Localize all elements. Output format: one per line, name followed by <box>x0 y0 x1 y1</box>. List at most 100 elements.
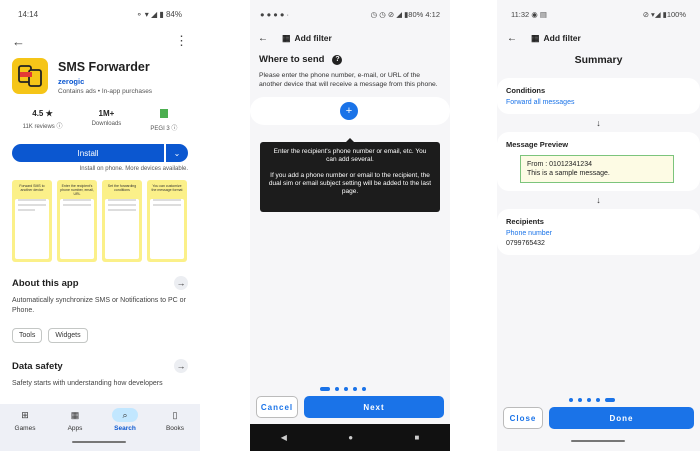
apps-icon: ▦ <box>70 409 80 420</box>
help-icon[interactable]: ? <box>332 54 343 65</box>
section-title-text: Where to send <box>259 54 325 65</box>
install-note: Install on phone. More devices available… <box>79 166 188 172</box>
page-dot-active <box>320 387 330 391</box>
developer-link[interactable]: zerogic <box>58 77 152 86</box>
top-bar: ← ⋮ <box>0 28 200 54</box>
add-filter-icon: ▦ <box>282 32 291 43</box>
downloads-value: 1M+ <box>98 109 115 118</box>
more-options-icon[interactable]: ⋮ <box>175 33 188 49</box>
add-recipient-button[interactable]: + <box>340 102 358 120</box>
app-bar: ← ▦ Add filter <box>250 28 450 48</box>
conditions-card[interactable]: Conditions Forward all messages <box>497 78 700 114</box>
nav-apps[interactable]: ▦ Apps <box>56 408 94 451</box>
about-row[interactable]: About this app → <box>0 276 200 290</box>
preview-title: Message Preview <box>506 140 569 149</box>
screenshot-thumb[interactable]: Forward SMS to another device <box>12 180 52 262</box>
next-button[interactable]: Next <box>304 396 444 418</box>
notification-icons: ● ● ● ● · <box>260 9 289 19</box>
back-arrow-icon[interactable]: ← <box>258 33 268 44</box>
recipient-type: Phone number <box>506 230 552 237</box>
page-dot <box>578 398 582 402</box>
app-title: SMS Forwarder <box>58 60 150 74</box>
arrow-right-icon[interactable]: → <box>174 359 188 373</box>
preview-body: This is a sample message. <box>527 170 610 177</box>
add-filter-where-screen: ● ● ● ● · ◷ ◷ ⊘ ◢ ▮80% 4:12 ← ▦ Add filt… <box>250 0 450 451</box>
data-safety-title: Data safety <box>12 360 63 372</box>
nav-back-icon[interactable]: ◀ <box>281 433 287 442</box>
message-preview-card[interactable]: Message Preview From : 01012341234 This … <box>497 132 700 191</box>
recipients-title: Recipients <box>506 217 544 226</box>
page-dot <box>353 387 357 391</box>
screen-title: Add filter <box>543 33 581 43</box>
screenshot-thumb[interactable]: Enter the recipient's phone number, emai… <box>57 180 97 262</box>
done-button[interactable]: Done <box>549 407 694 429</box>
nav-label: Games <box>14 425 36 432</box>
page-dot-active <box>605 398 615 402</box>
close-button[interactable]: Close <box>503 407 543 429</box>
nav-games[interactable]: ⊞ Games <box>6 408 44 451</box>
recipient-card: + <box>250 97 450 125</box>
home-indicator[interactable] <box>571 440 625 442</box>
page-dot <box>344 387 348 391</box>
sms-forward-icon <box>18 65 42 87</box>
install-dropdown-icon[interactable]: ⌄ <box>166 144 188 162</box>
downloads-label: Downloads <box>91 121 122 127</box>
screenshot-caption: Enter the recipient's phone number, emai… <box>60 184 94 196</box>
page-indicator <box>320 387 366 391</box>
arrow-right-icon[interactable]: → <box>174 276 188 290</box>
books-icon: ▯ <box>172 409 178 420</box>
page-indicator <box>569 398 615 402</box>
nav-home-icon[interactable]: ● <box>348 433 353 442</box>
about-title: About this app <box>12 277 79 289</box>
games-icon: ⊞ <box>21 409 29 420</box>
tooltip-line-1: Enter the recipient's phone number or em… <box>273 148 427 163</box>
add-filter-summary-screen: 11:32 ◉ ▤ ⊘ ▾◢ ▮100% ← ▦ Add filter Summ… <box>497 0 700 451</box>
action-bar: Close Done <box>497 407 700 429</box>
conditions-value: Forward all messages <box>506 99 575 106</box>
app-ads-note: Contains ads • In-app purchases <box>58 88 153 95</box>
page-dot <box>587 398 591 402</box>
stat-rating[interactable]: 4.5 ★ 11K reviews ⓘ <box>23 109 63 132</box>
page-dot <box>335 387 339 391</box>
data-safety-row[interactable]: Data safety → <box>0 359 200 373</box>
section-description: Please enter the phone number, e-mail, o… <box>259 72 438 88</box>
status-icons: ◷ ◷ ⊘ ◢ ▮80% 4:12 <box>370 9 440 19</box>
screenshot-screen <box>150 199 184 259</box>
battery-level: 80% <box>408 9 424 19</box>
system-navigation-bar: ◀ ● ■ <box>250 424 450 451</box>
back-arrow-icon[interactable]: ← <box>12 34 25 49</box>
install-row: Install ⌄ <box>0 132 200 162</box>
recipients-card[interactable]: Recipients Phone number 0799765432 <box>497 209 700 255</box>
status-time: 4:12 <box>425 9 440 19</box>
screenshot-screen <box>60 199 94 259</box>
action-bar: Cancel Next <box>250 396 450 418</box>
status-time-group: 11:32 ◉ ▤ <box>511 9 548 19</box>
add-filter-icon: ▦ <box>531 32 540 43</box>
screenshot-carousel[interactable]: Forward SMS to another device Enter the … <box>0 172 200 262</box>
screenshot-caption: Set the forwarding conditions <box>107 184 137 192</box>
status-icons: ⊘ ▾◢ ▮100% <box>642 9 686 19</box>
screenshot-thumb[interactable]: You can customize the message format <box>147 180 187 262</box>
screenshot-thumb[interactable]: Set the forwarding conditions <box>102 180 142 262</box>
status-time: 11:32 <box>511 9 530 19</box>
home-indicator[interactable] <box>72 441 126 443</box>
nav-recents-icon[interactable]: ■ <box>414 433 419 442</box>
page-title: Summary <box>574 54 623 66</box>
app-stats: 4.5 ★ 11K reviews ⓘ 1M+ Downloads PEGI 3… <box>0 95 200 132</box>
cancel-button[interactable]: Cancel <box>256 396 298 418</box>
arrow-down-icon: ↓ <box>596 118 601 128</box>
back-arrow-icon[interactable]: ← <box>507 33 517 44</box>
recipient-number: 0799765432 <box>506 240 545 247</box>
status-bar: 14:14 ⚬ ▾ ◢ ▮ 84% <box>0 0 200 28</box>
pegi-label: PEGI 3 ⓘ <box>150 126 178 132</box>
stat-pegi[interactable]: PEGI 3 ⓘ <box>150 109 177 132</box>
battery-level: 100% <box>666 9 686 19</box>
install-button[interactable]: Install <box>12 144 164 162</box>
chip-widgets[interactable]: Widgets <box>48 328 88 343</box>
tooltip-line-2: If you add a phone number or email to th… <box>268 172 432 195</box>
screenshot-screen <box>15 199 49 259</box>
chip-tools[interactable]: Tools <box>12 328 43 343</box>
nav-search[interactable]: ⌕ Search <box>106 408 144 451</box>
page-dot <box>569 398 573 402</box>
nav-books[interactable]: ▯ Books <box>156 408 194 451</box>
